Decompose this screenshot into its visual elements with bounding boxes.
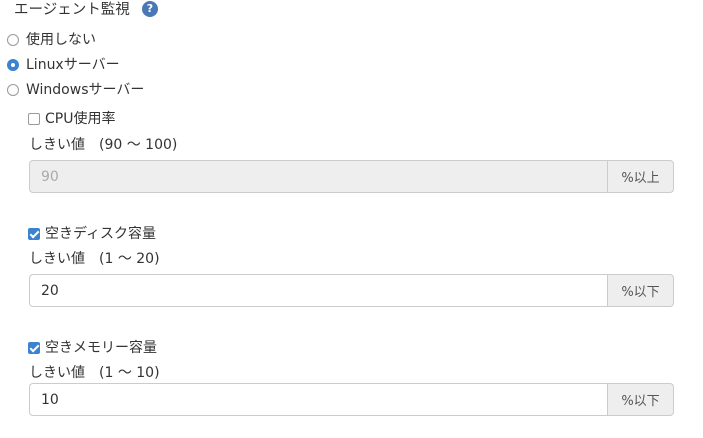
cpu-threshold-input[interactable]: 90 [29,160,607,193]
disk-threshold-group: 20 %以下 [29,274,674,307]
free-disk-checkbox[interactable] [28,228,40,240]
free-disk-option[interactable]: 空きディスク容量 [28,224,156,244]
section-title: エージェント監視 [14,2,130,18]
memory-threshold-unit: %以下 [607,383,674,416]
cpu-threshold-unit: %以上 [607,160,674,193]
radio-button-none[interactable] [7,34,19,46]
radio-option-none[interactable]: 使用しない [7,29,96,51]
free-memory-label: 空きメモリー容量 [45,340,157,356]
disk-threshold-label: しきい値 (1 〜 20) [29,251,160,267]
radio-label-none: 使用しない [26,32,96,48]
question-circle-icon[interactable]: ? [142,1,158,17]
disk-threshold-input[interactable]: 20 [29,274,607,307]
cpu-threshold-label: しきい値 (90 〜 100) [29,137,178,153]
radio-option-windows[interactable]: Windowsサーバー [7,79,144,101]
radio-button-windows[interactable] [7,84,19,96]
cpu-usage-checkbox[interactable] [28,113,40,125]
radio-label-linux: Linuxサーバー [26,57,120,73]
memory-threshold-input[interactable]: 10 [29,383,607,416]
cpu-threshold-group: 90 %以上 [29,160,674,193]
free-disk-label: 空きディスク容量 [45,226,157,242]
memory-threshold-group: 10 %以下 [29,383,674,416]
radio-label-windows: Windowsサーバー [26,82,145,98]
cpu-usage-option[interactable]: CPU使用率 [28,109,115,129]
radio-button-linux[interactable] [7,59,19,71]
disk-threshold-unit: %以下 [607,274,674,307]
radio-option-linux[interactable]: Linuxサーバー [7,54,120,76]
cpu-usage-label: CPU使用率 [45,111,116,127]
free-memory-checkbox[interactable] [28,342,40,354]
memory-threshold-label: しきい値 (1 〜 10) [29,365,160,381]
free-memory-option[interactable]: 空きメモリー容量 [28,338,157,358]
